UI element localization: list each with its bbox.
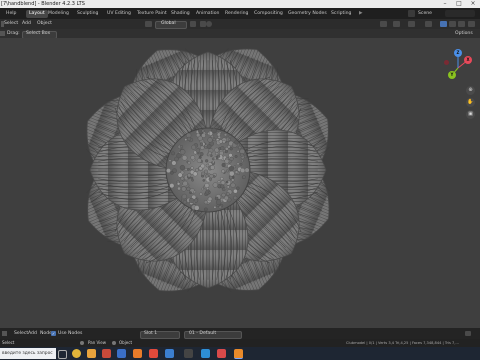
node-menu-select[interactable]: Select (14, 328, 28, 339)
app-icon-red[interactable] (102, 349, 111, 358)
photos-icon[interactable] (117, 349, 126, 358)
app-icon-6[interactable] (217, 349, 226, 358)
gizmo-neg-x[interactable] (444, 60, 449, 65)
gizmo-y-axis[interactable]: Y (448, 71, 456, 79)
node-menu-add[interactable]: Add (28, 328, 37, 339)
shading-options-icon[interactable] (468, 21, 475, 27)
slot-label: Slot 1 (144, 328, 157, 339)
options-dropdown[interactable]: Options (455, 29, 473, 38)
add-workspace-icon[interactable]: ▶ (359, 10, 363, 18)
status-object: Object (119, 339, 132, 347)
rendered-shading-icon[interactable] (458, 21, 465, 27)
use-nodes-checkbox[interactable]: ✓ (51, 331, 56, 336)
zoom-icon[interactable]: ⊕ (466, 86, 475, 95)
gizmo-x-axis[interactable]: X (464, 56, 472, 64)
tab-geometry-nodes[interactable]: Geometry Nodes (288, 10, 327, 18)
minimize-icon[interactable]: – (438, 0, 452, 8)
mouse-right-icon (112, 341, 116, 345)
navigation-gizmo[interactable]: X Z Y (438, 48, 478, 88)
tab-scripting[interactable]: Scripting (331, 10, 351, 18)
scene-name[interactable]: Scene (418, 10, 432, 18)
orientation-value: Global (161, 19, 176, 29)
material-shading-icon[interactable] (449, 21, 456, 27)
overlay-icon[interactable] (408, 21, 415, 27)
pin-icon[interactable] (465, 331, 471, 336)
material-label: 01 - Default (189, 328, 216, 339)
chrome-icon[interactable] (72, 349, 81, 358)
close-icon[interactable]: × (466, 0, 480, 8)
tab-sculpting[interactable]: Sculpting (77, 10, 98, 18)
tab-shading[interactable]: Shading (171, 10, 190, 18)
app-icon-5[interactable] (201, 349, 210, 358)
window-title: [7\handblend] - Blender 4.2.3 LTS (1, 0, 85, 8)
3d-viewport[interactable]: X Z Y ⊕ ✋ ▣ (0, 38, 480, 328)
gizmo-z-axis[interactable]: Z (454, 49, 462, 57)
app-icon-3[interactable] (165, 349, 174, 358)
mouse-icon (80, 341, 84, 345)
tool-icon[interactable] (0, 31, 5, 36)
file-explorer-icon[interactable] (87, 349, 96, 358)
task-view-icon[interactable] (58, 350, 67, 359)
tab-compositing[interactable]: Compositing (254, 10, 283, 18)
transform-pivot-icon[interactable] (145, 21, 152, 27)
app-icon-a[interactable] (133, 349, 142, 358)
tab-modeling[interactable]: Modeling (48, 10, 69, 18)
tab-animation[interactable]: Animation (196, 10, 219, 18)
maximize-icon[interactable]: □ (452, 0, 466, 8)
shader-editor-header: Select Add Node ✓ Use Nodes Slot 1 01 - … (0, 328, 480, 339)
status-pan-view: Pan View (88, 339, 106, 347)
tool-settings-bar: Drag: Select Box Options (0, 29, 480, 38)
gizmo-toggle-icon[interactable] (393, 21, 400, 27)
status-select: Select (2, 339, 14, 347)
menu-select[interactable]: Select (4, 19, 18, 29)
drag-label: Drag: (7, 29, 20, 38)
app-icon-2[interactable] (149, 349, 158, 358)
tab-uv-editing[interactable]: UV Editing (107, 10, 131, 18)
scene-icon[interactable] (408, 10, 415, 17)
editor-type-icon-2[interactable] (2, 331, 7, 336)
solid-shading-icon[interactable] (440, 21, 447, 27)
viewport-header: Select Add Object Global (0, 19, 480, 29)
menu-help[interactable]: Help (6, 10, 16, 18)
menu-add[interactable]: Add (22, 19, 31, 29)
app-icon-4[interactable] (184, 349, 193, 358)
use-nodes-label: Use Nodes (58, 328, 82, 339)
status-bar: Select Pan View Object Clubmodel | 0/1 |… (0, 339, 480, 347)
tab-rendering[interactable]: Rendering (225, 10, 248, 18)
xray-icon[interactable] (425, 21, 432, 27)
falloff-icon[interactable] (206, 21, 212, 27)
visibility-icon[interactable] (380, 21, 387, 27)
flower-sculpt-render (0, 38, 480, 328)
drag-value: Select Box (26, 29, 50, 38)
camera-view-icon[interactable]: ▣ (466, 110, 475, 119)
view-layer-field[interactable] (445, 10, 475, 17)
os-taskbar: введите здесь запрос (0, 347, 480, 360)
tab-layout[interactable]: Layout (26, 10, 48, 18)
menu-object[interactable]: Object (37, 19, 52, 29)
status-stats: Clubmodel | 0/1 | Verts 3,4 Tri,4,25 | F… (346, 339, 480, 347)
blender-taskbar-icon[interactable] (234, 349, 243, 359)
tab-texture-paint[interactable]: Texture Paint (137, 10, 167, 18)
pan-hand-icon[interactable]: ✋ (466, 98, 475, 107)
snap-icon[interactable] (190, 21, 196, 27)
workspace-tabs-bar: Help Layout Modeling Sculpting UV Editin… (0, 8, 480, 19)
taskbar-search-input[interactable]: введите здесь запрос (0, 348, 56, 359)
window-title-bar: [7\handblend] - Blender 4.2.3 LTS – □ × (0, 0, 480, 8)
